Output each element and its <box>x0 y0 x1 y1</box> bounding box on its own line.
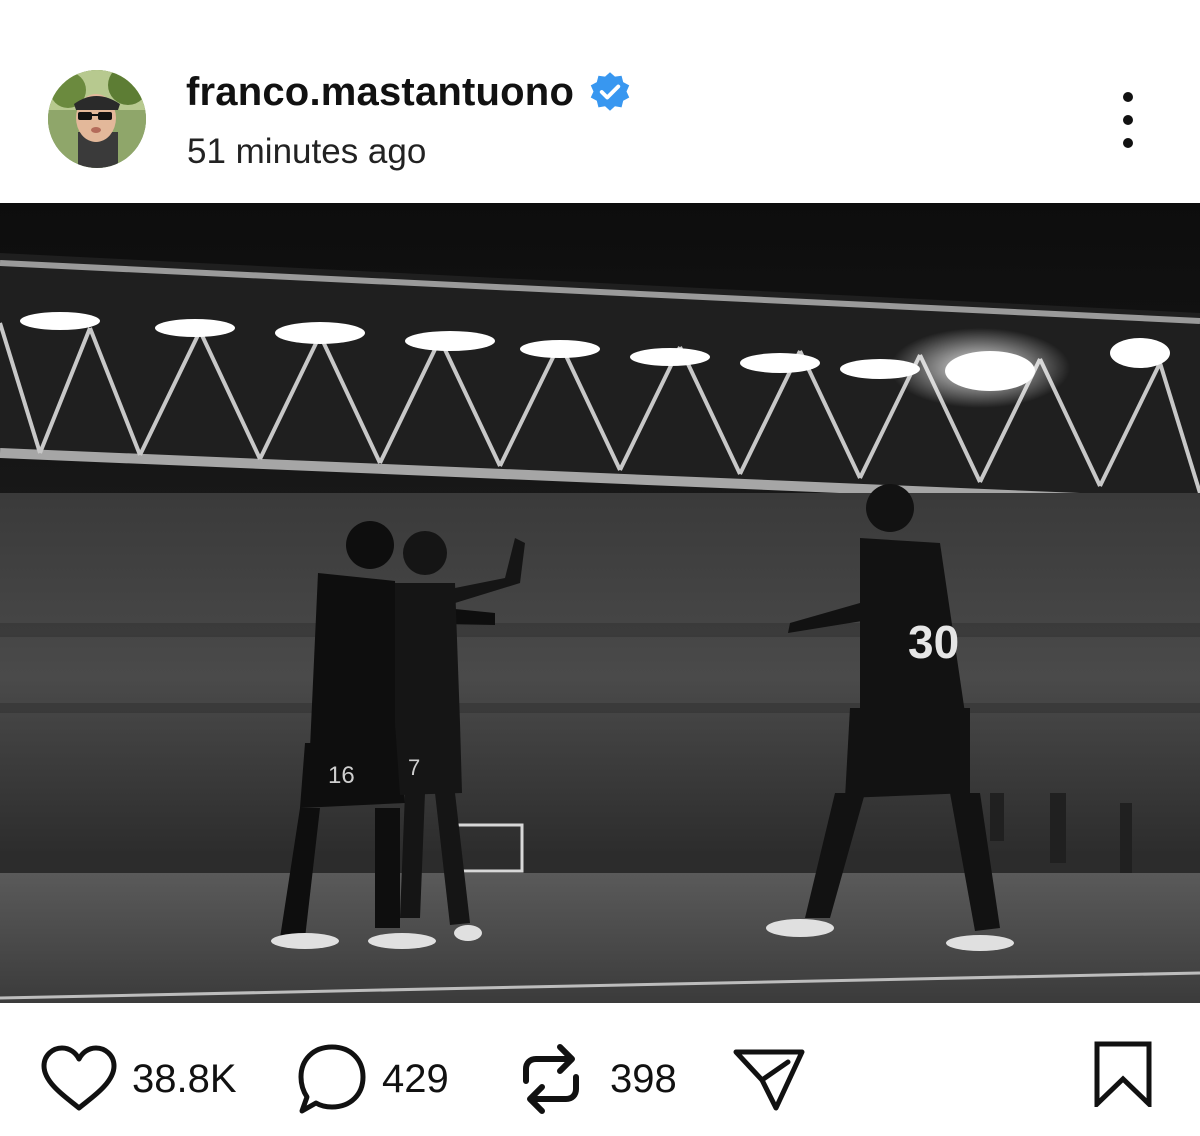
more-dot-icon <box>1123 115 1133 125</box>
comment-icon <box>298 1044 366 1114</box>
share-button[interactable] <box>732 1039 806 1119</box>
repost-count: 398 <box>610 1056 677 1101</box>
username-row: franco.mastantuono <box>186 64 632 120</box>
post-actions: 38.8K 429 398 <box>0 1003 1200 1136</box>
jersey-number-7: 7 <box>408 755 420 780</box>
jersey-number-30: 30 <box>908 616 959 668</box>
bookmark-icon <box>1094 1041 1152 1110</box>
comment-count: 429 <box>382 1056 449 1101</box>
jersey-number-16: 16 <box>328 762 355 789</box>
more-dot-icon <box>1123 138 1133 148</box>
verified-badge-icon <box>590 72 630 111</box>
like-button[interactable]: 38.8K <box>40 1039 237 1119</box>
post-timestamp: 51 minutes ago <box>187 132 427 171</box>
heart-icon <box>41 1045 117 1111</box>
comment-button[interactable]: 429 <box>296 1039 449 1119</box>
share-icon <box>733 1049 805 1111</box>
profile-avatar[interactable] <box>48 70 146 168</box>
bookmark-button[interactable] <box>1092 1041 1154 1110</box>
username[interactable]: franco.mastantuono <box>186 70 574 115</box>
more-options-button[interactable] <box>1106 92 1150 148</box>
like-count: 38.8K <box>132 1056 237 1101</box>
more-dot-icon <box>1123 92 1133 102</box>
repost-icon <box>523 1044 579 1114</box>
post-header: franco.mastantuono 51 minutes ago <box>0 0 1200 203</box>
post-photo[interactable]: 16 7 30 <box>0 203 1200 1003</box>
repost-button[interactable]: 398 <box>518 1039 677 1119</box>
